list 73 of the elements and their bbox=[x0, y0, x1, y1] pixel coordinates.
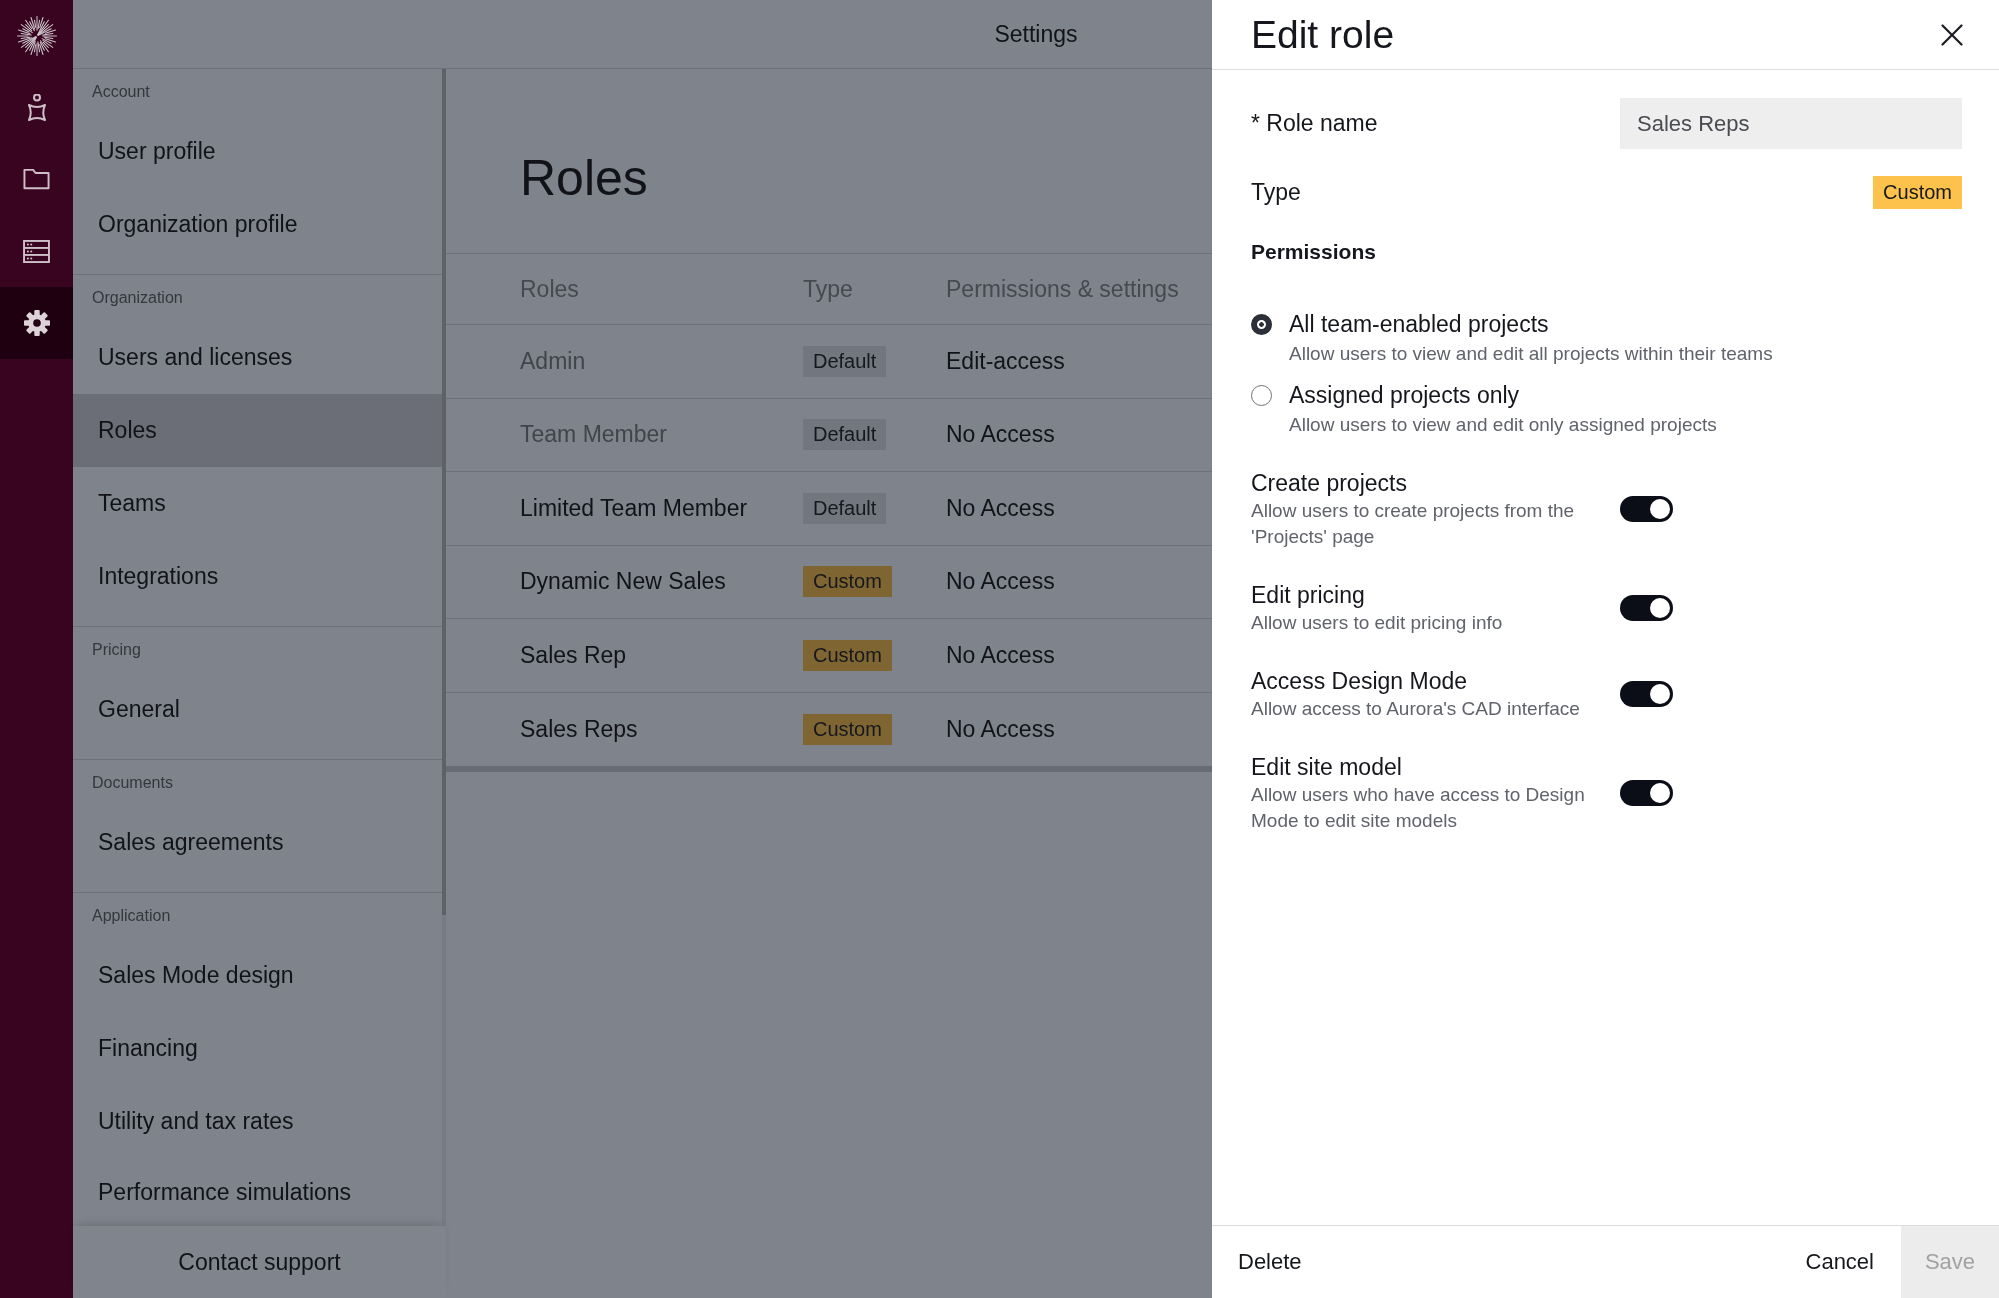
permission-description: Allow users to edit pricing info bbox=[1251, 611, 1503, 635]
sidebar-item[interactable]: User profile bbox=[73, 115, 442, 188]
delete-button[interactable]: Delete bbox=[1212, 1226, 1328, 1298]
sidebar-item[interactable]: Sales agreements bbox=[73, 806, 442, 879]
section-heading: Permissions bbox=[1251, 239, 1376, 265]
role-name: Sales Reps bbox=[520, 715, 638, 742]
type-badge: Custom bbox=[803, 639, 892, 671]
drawer-title: Edit role bbox=[1251, 12, 1395, 57]
permission-description: Allow users who have access to Design Mode to edit site models bbox=[1251, 783, 1586, 833]
role-name: Limited Team Member bbox=[520, 494, 748, 521]
role-name: Team Member bbox=[520, 421, 667, 448]
section-label: Pricing bbox=[92, 641, 141, 659]
permission-title: Access Design Mode bbox=[1251, 667, 1468, 696]
type-badge: Default bbox=[803, 492, 887, 524]
sidebar-item[interactable]: Financing bbox=[73, 1012, 442, 1085]
permission-text: No Access bbox=[946, 641, 1055, 668]
field-label: Type bbox=[1251, 179, 1301, 206]
section-label: Application bbox=[92, 907, 171, 925]
close-button[interactable] bbox=[1941, 23, 1963, 46]
type-badge: Custom bbox=[803, 713, 892, 745]
field-label: * Role name bbox=[1251, 110, 1378, 137]
permission-description: Allow users to create projects from the 'Projects' page bbox=[1251, 499, 1576, 549]
role-name-field[interactable]: Sales Reps bbox=[1620, 98, 1962, 149]
sidebar-item[interactable]: General bbox=[73, 673, 442, 746]
section-label: Account bbox=[92, 83, 150, 101]
permission-text: No Access bbox=[946, 715, 1055, 742]
table-icon bbox=[23, 239, 50, 263]
permission-text: No Access bbox=[946, 568, 1055, 595]
gear-icon bbox=[23, 310, 50, 336]
page-title: Settings bbox=[994, 20, 1078, 48]
sidebar-item[interactable]: Teams bbox=[73, 467, 442, 540]
sidebar-item[interactable]: Sales Mode design bbox=[73, 939, 442, 1012]
contact-support-link[interactable]: Contact support bbox=[178, 1248, 341, 1276]
nav-rail-button[interactable] bbox=[0, 287, 73, 359]
page-heading: Roles bbox=[520, 149, 648, 207]
section-label: Documents bbox=[92, 774, 173, 792]
role-name: Dynamic New Sales bbox=[520, 568, 726, 595]
role-name: Sales Rep bbox=[520, 641, 627, 668]
section-label: Organization bbox=[92, 289, 183, 307]
permission-text: Edit-access bbox=[946, 347, 1065, 374]
toggle-switch[interactable] bbox=[1620, 496, 1673, 522]
sidebar-item[interactable]: Integrations bbox=[73, 540, 442, 613]
permission-title: Edit pricing bbox=[1251, 581, 1365, 610]
type-badge: Custom bbox=[803, 566, 892, 598]
cancel-button[interactable]: Cancel bbox=[1778, 1226, 1901, 1298]
person-icon bbox=[26, 93, 47, 121]
option-description: Allow users to view and edit all projects within their teams bbox=[1289, 342, 1773, 366]
type-badge: Default bbox=[803, 345, 887, 377]
permission-description: Allow access to Aurora's CAD interface bbox=[1251, 697, 1580, 721]
toggle-switch[interactable] bbox=[1620, 780, 1673, 806]
option-label[interactable]: All team-enabled projects bbox=[1289, 309, 1549, 339]
type-badge: Custom bbox=[1873, 176, 1962, 209]
toggle-switch[interactable] bbox=[1620, 595, 1673, 621]
radio-button[interactable] bbox=[1251, 384, 1272, 406]
starburst-icon bbox=[16, 15, 57, 56]
toggle-switch[interactable] bbox=[1620, 681, 1673, 707]
sidebar-item[interactable]: Users and licenses bbox=[73, 321, 442, 394]
type-badge: Default bbox=[803, 419, 887, 451]
option-label[interactable]: Assigned projects only bbox=[1289, 380, 1520, 410]
scrollbar-thumb[interactable] bbox=[442, 69, 446, 915]
sidebar-item[interactable]: Roles bbox=[73, 394, 442, 467]
permission-text: No Access bbox=[946, 421, 1055, 448]
sidebar-item[interactable]: Organization profile bbox=[73, 188, 442, 261]
sidebar-item[interactable]: Performance simulations bbox=[73, 1158, 442, 1226]
permission-text: No Access bbox=[946, 494, 1055, 521]
permission-title: Edit site model bbox=[1251, 753, 1402, 782]
permission-title: Create projects bbox=[1251, 469, 1407, 498]
option-description: Allow users to view and edit only assigned projects bbox=[1289, 413, 1717, 437]
radio-button[interactable] bbox=[1251, 313, 1272, 335]
close-icon bbox=[1941, 23, 1963, 46]
folder-icon bbox=[23, 168, 50, 190]
sidebar-item[interactable]: Utility and tax rates bbox=[73, 1085, 442, 1158]
role-name: Admin bbox=[520, 347, 586, 374]
